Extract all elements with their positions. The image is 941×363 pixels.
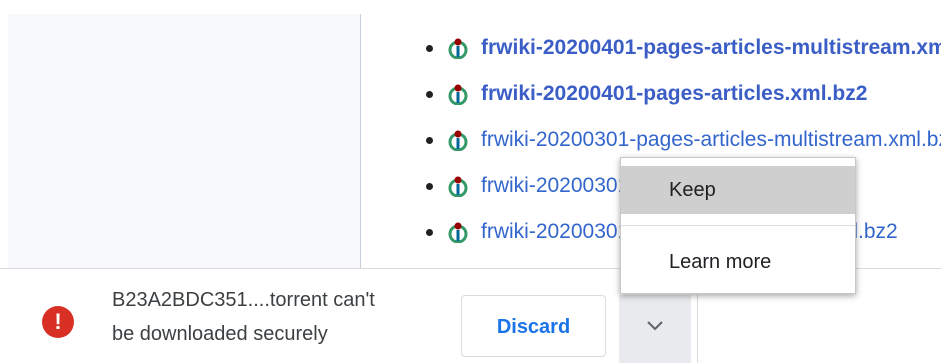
bullet-icon xyxy=(426,90,433,98)
left-sidebar-pane xyxy=(8,14,361,268)
bullet-icon xyxy=(426,44,433,52)
discard-button[interactable]: Discard xyxy=(461,295,606,357)
error-icon: ! xyxy=(42,306,74,338)
divider xyxy=(697,283,698,363)
menu-separator xyxy=(621,225,855,226)
menu-item-learn-more[interactable]: Learn more xyxy=(621,242,855,282)
chevron-down-icon xyxy=(647,321,663,331)
page-top-edge xyxy=(0,0,941,14)
wikimedia-icon xyxy=(448,130,468,151)
download-options-menu: Keep Learn more xyxy=(620,157,856,294)
wikimedia-icon xyxy=(448,38,468,59)
bullet-icon xyxy=(426,136,433,144)
list-item: frwiki-20200301-pages-articles-multistre… xyxy=(422,120,941,160)
menu-item-keep[interactable]: Keep xyxy=(621,166,855,214)
wikimedia-icon xyxy=(448,176,468,197)
bullet-icon xyxy=(426,182,433,190)
download-warning-line1: B23A2BDC351....torrent can't xyxy=(112,289,375,311)
wikimedia-icon xyxy=(448,222,468,243)
dump-link[interactable]: frwiki-20200301-pages-articles-multistre… xyxy=(481,128,941,152)
dump-link[interactable]: frwiki-20200401-pages-articles-multistre… xyxy=(481,36,941,60)
download-options-button[interactable] xyxy=(619,295,691,363)
dump-link[interactable]: frwiki-20200401-pages-articles.xml.bz2 xyxy=(481,82,867,106)
download-warning-line2: be downloaded securely xyxy=(112,323,328,345)
wikimedia-icon xyxy=(448,84,468,105)
list-item: frwiki-20200401-pages-articles.xml.bz2 xyxy=(422,74,941,114)
bullet-icon xyxy=(426,228,433,236)
download-warning-message: B23A2BDC351....torrent can't be download… xyxy=(112,283,452,351)
list-item: frwiki-20200401-pages-articles-multistre… xyxy=(422,28,941,68)
